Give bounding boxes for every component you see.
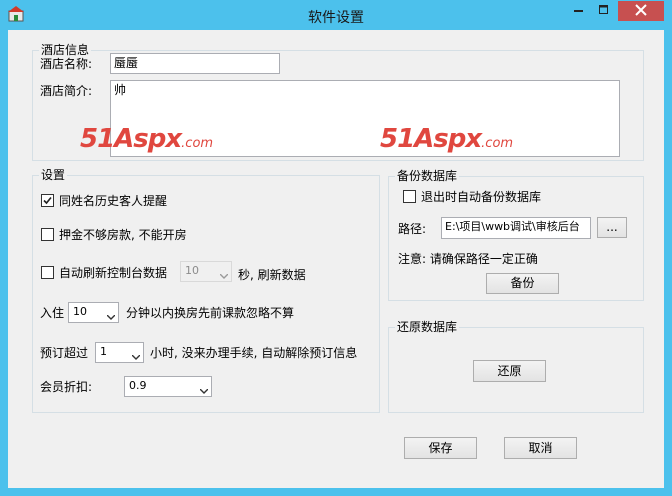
- maximize-button[interactable]: [591, 1, 616, 21]
- watermark-left: 51Aspx.com: [80, 124, 213, 159]
- close-button[interactable]: [618, 1, 664, 21]
- restore-title: 还原数据库: [395, 320, 460, 334]
- checkin-minutes-value: 10: [73, 305, 87, 318]
- save-button[interactable]: 保存: [404, 437, 477, 459]
- chevron-down-icon: [199, 384, 209, 398]
- maximize-icon: [598, 4, 609, 18]
- hotel-name-label: 酒店名称:: [40, 57, 93, 71]
- deposit-label[interactable]: 押金不够房款, 不能开房: [59, 228, 187, 242]
- backup-button[interactable]: 备份: [486, 273, 559, 294]
- title-bar[interactable]: 软件设置: [0, 0, 672, 30]
- hotel-name-input[interactable]: 蜃蜃: [110, 53, 280, 74]
- close-icon: [635, 3, 647, 19]
- reserve-prefix: 预订超过: [40, 346, 89, 360]
- watermark-left-suffix: .com: [181, 136, 214, 151]
- auto-refresh-checkbox[interactable]: [41, 266, 54, 279]
- auto-refresh-value: 10: [185, 264, 199, 277]
- reserve-hours-select[interactable]: 1: [95, 342, 144, 363]
- watermark-left-text: 51Aspx: [80, 124, 182, 154]
- checkmark-icon: [43, 196, 52, 205]
- checkin-minutes-select[interactable]: 10: [68, 302, 119, 323]
- auto-refresh-select[interactable]: 10: [180, 261, 232, 282]
- settings-title: 设置: [39, 168, 68, 182]
- backup-title: 备份数据库: [395, 169, 460, 183]
- backup-path-input[interactable]: E:\项目\wwb调试\审核后台: [441, 217, 591, 239]
- hotel-info-title: 酒店信息: [39, 43, 92, 57]
- settings-window: 软件设置 酒店信息 酒店名称: 蜃蜃 酒店简介: 帅 51Aspx.com 51…: [0, 0, 672, 496]
- minimize-button[interactable]: [566, 1, 591, 21]
- chevron-down-icon: [219, 269, 229, 283]
- path-label: 路径:: [398, 222, 427, 236]
- auto-refresh-label[interactable]: 自动刷新控制台数据: [59, 266, 167, 280]
- discount-select[interactable]: 0.9: [124, 376, 212, 397]
- browse-button[interactable]: ...: [597, 217, 627, 238]
- watermark-right: 51Aspx.com: [380, 124, 513, 159]
- same-name-label[interactable]: 同姓名历史客人提醒: [59, 194, 167, 208]
- watermark-right-text: 51Aspx: [380, 124, 482, 154]
- dialog-body: 酒店信息 酒店名称: 蜃蜃 酒店简介: 帅 51Aspx.com 51Aspx.…: [8, 30, 664, 488]
- auto-backup-label[interactable]: 退出时自动备份数据库: [421, 190, 541, 204]
- discount-value: 0.9: [129, 379, 147, 392]
- watermark-right-suffix: .com: [481, 136, 514, 151]
- restore-button[interactable]: 还原: [473, 360, 546, 382]
- checkin-prefix: 入住: [40, 306, 65, 320]
- discount-label: 会员折扣:: [40, 380, 93, 394]
- checkin-suffix: 分钟以内换房先前课款忽略不算: [126, 306, 295, 320]
- reserve-hours-value: 1: [100, 345, 107, 358]
- chevron-down-icon: [106, 310, 116, 324]
- minimize-icon: [573, 4, 584, 18]
- same-name-checkbox[interactable]: [41, 194, 54, 207]
- auto-refresh-suffix: 秒, 刷新数据: [238, 268, 306, 282]
- hotel-intro-label: 酒店简介:: [40, 84, 93, 98]
- reserve-suffix: 小时, 没来办理手续, 自动解除预订信息: [150, 346, 358, 360]
- chevron-down-icon: [131, 350, 141, 364]
- deposit-checkbox[interactable]: [41, 228, 54, 241]
- auto-backup-checkbox[interactable]: [403, 190, 416, 203]
- cancel-button[interactable]: 取消: [504, 437, 577, 459]
- backup-note: 注意: 请确保路径一定正确: [398, 252, 538, 266]
